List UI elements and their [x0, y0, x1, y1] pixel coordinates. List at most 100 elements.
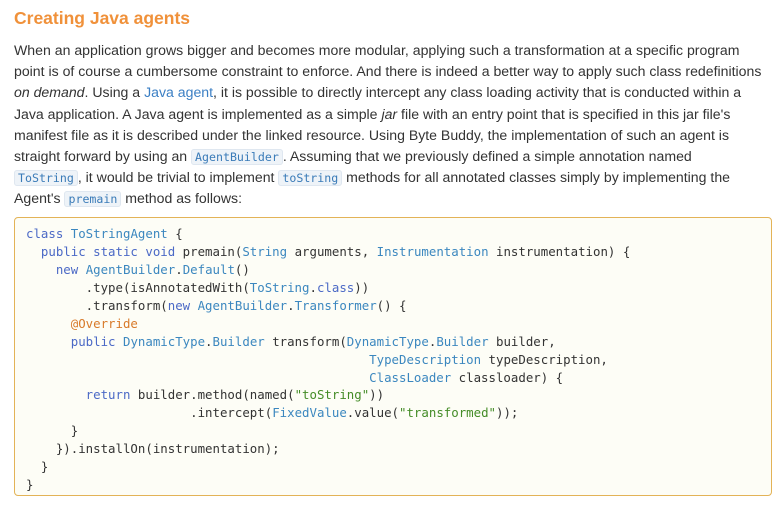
code-text: builder, [488, 333, 556, 349]
code-text: }).installOn(instrumentation); [26, 441, 280, 457]
keyword: class [26, 226, 71, 241]
code-text: . [287, 297, 295, 313]
text: Agent's [14, 190, 65, 207]
code-block: class ToStringAgent { public static void… [14, 217, 772, 496]
type-name: FixedValue [272, 405, 347, 421]
type-name: ToString [249, 279, 310, 295]
type-name: AgentBuilder [85, 261, 176, 277]
code-text: . [175, 261, 183, 277]
code-line: TypeDescription typeDescription, [26, 351, 630, 369]
type-name: ToStringAgent [70, 226, 168, 241]
code-listing: class ToStringAgent { public static void… [26, 225, 630, 494]
text: point is of course a cumbersome constrai… [14, 63, 762, 80]
code-line: return builder.method(named("toString")) [26, 386, 630, 404]
paragraph-line: manifest file as it is described under t… [14, 125, 782, 146]
code-text: premain( [175, 243, 243, 259]
code-text: . [205, 333, 213, 349]
page: Creating Java agents When an application… [0, 0, 782, 509]
code-text: { [167, 226, 183, 241]
keyword: class [316, 279, 355, 295]
type-name: AgentBuilder [197, 297, 288, 313]
text: When an application grows bigger and bec… [14, 42, 740, 58]
code-line: class ToStringAgent { [26, 225, 630, 243]
intro-paragraph: When an application grows bigger and bec… [14, 40, 782, 210]
code-text: classloader) { [451, 369, 564, 385]
code-line: } [26, 458, 630, 476]
code-text: .transform( [26, 297, 168, 313]
type-name: Transformer [294, 297, 377, 313]
keyword: public [26, 333, 123, 349]
code-text: instrumentation) { [488, 243, 631, 259]
type-name: Builder [436, 333, 489, 349]
type-name: Instrumentation [376, 243, 489, 259]
text: , it is possible to directly intercept a… [213, 84, 742, 101]
code-text: )) [369, 387, 385, 403]
paragraph-line: Java application. A Java agent is implem… [14, 104, 782, 125]
string-literal: "toString" [294, 387, 370, 403]
code-line: ClassLoader classloader) { [26, 369, 630, 387]
emphasis-text: on demand [14, 84, 85, 101]
code-line: public static void premain(String argume… [26, 243, 630, 261]
code-line: public DynamicType.Builder transform(Dyn… [26, 333, 630, 351]
code-line: new AgentBuilder.Default() [26, 261, 630, 279]
java-agent-link[interactable]: Java agent [144, 84, 213, 100]
type-name: Builder [212, 333, 265, 349]
code-text: () { [376, 297, 407, 313]
inline-code: premain [64, 191, 122, 208]
paragraph-line: point is of course a cumbersome constrai… [14, 61, 782, 82]
keyword: public static void [26, 243, 176, 259]
code-text: .intercept( [26, 405, 273, 421]
code-line: } [26, 476, 630, 494]
text: method as follows: [121, 190, 242, 207]
text: Java application. A Java agent is implem… [14, 105, 382, 122]
annotation: @Override [26, 315, 138, 331]
text: manifest file as it is described under t… [14, 126, 729, 143]
code-text: builder.method(named( [137, 387, 295, 403]
code-text: )); [496, 405, 519, 421]
text: , it would be trivial to implement [77, 169, 279, 186]
inline-code: AgentBuilder [191, 148, 283, 165]
paragraph-line: straight forward by using an AgentBuilde… [14, 146, 782, 167]
keyword: new [167, 297, 198, 313]
type-name: DynamicType [122, 333, 206, 349]
keyword: return [26, 387, 138, 403]
type-name: String [242, 243, 288, 259]
paragraph-line: ToString, it would be trivial to impleme… [14, 167, 782, 188]
code-line: .intercept(FixedValue.value("transformed… [26, 404, 630, 422]
type-name: ClassLoader [369, 369, 452, 385]
code-text: () [234, 261, 250, 277]
paragraph-line: Agent's premain method as follows: [14, 188, 782, 209]
code-text: } [26, 477, 34, 493]
code-text: arguments, [287, 243, 377, 259]
code-text: . [309, 279, 317, 295]
code-line: }).installOn(instrumentation); [26, 440, 630, 458]
code-text: } [26, 459, 49, 475]
text: file with an entry point that is specifi… [397, 105, 731, 122]
text: straight forward by using an [14, 147, 192, 164]
type-name: DynamicType [346, 333, 429, 349]
code-line: } [26, 422, 630, 440]
text: methods for all annotated classes simply… [342, 169, 730, 186]
paragraph-line: on demand. Using a Java agent, it is pos… [14, 82, 782, 103]
emphasis-text: jar [381, 105, 398, 122]
code-text: )) [354, 279, 370, 295]
section-heading: Creating Java agents [14, 8, 191, 28]
type-name: TypeDescription [369, 351, 482, 367]
paragraph-line: When an application grows bigger and bec… [14, 40, 782, 61]
keyword: new [26, 261, 86, 277]
inline-code: toString [278, 170, 343, 187]
code-text: } [26, 423, 79, 439]
code-line: .transform(new AgentBuilder.Transformer(… [26, 297, 630, 315]
text: . Assuming that we previously defined a … [282, 147, 692, 164]
string-literal: "transformed" [399, 405, 496, 421]
type-name: Default [182, 261, 235, 277]
inline-code: ToString [14, 170, 78, 187]
code-text: .value( [346, 405, 400, 421]
code-text: typeDescription, [481, 351, 608, 367]
text: . Using a [84, 84, 145, 101]
code-line: .type(isAnnotatedWith(ToString.class)) [26, 279, 630, 297]
code-text: transform( [264, 333, 347, 349]
code-text: .type(isAnnotatedWith( [26, 279, 250, 295]
